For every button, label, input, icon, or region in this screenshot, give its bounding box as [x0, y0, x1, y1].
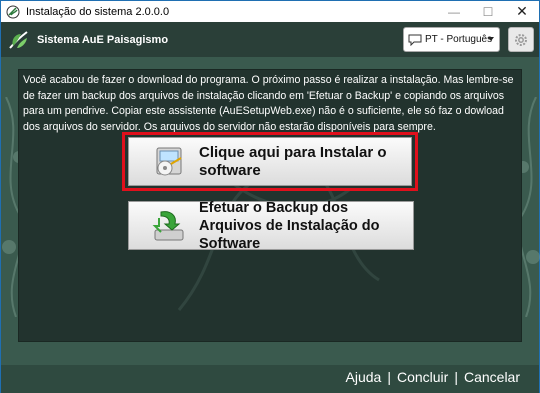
app-header: Sistema AuE Paisagismo PT - Português	[1, 22, 539, 57]
footer-separator: |	[454, 369, 458, 385]
chat-bubble-icon	[408, 34, 422, 46]
finish-link[interactable]: Concluir	[397, 369, 448, 385]
leaf-pen-icon	[9, 30, 28, 49]
install-button-label: Clique aqui para Instalar o software	[199, 143, 387, 179]
help-link[interactable]: Ajuda	[346, 369, 382, 385]
install-software-button[interactable]: Clique aqui para Instalar o software	[128, 137, 412, 186]
maximize-button[interactable]: ☐	[471, 1, 505, 22]
footer-links: Ajuda | Concluir | Cancelar	[346, 369, 520, 385]
title-bar: Instalação do sistema 2.0.0.0 — ☐ ✕	[1, 1, 539, 22]
language-selected: PT - Português	[425, 34, 493, 45]
gear-icon	[515, 33, 527, 46]
close-button[interactable]: ✕	[505, 1, 539, 22]
installer-icon	[156, 147, 182, 175]
footer-separator: |	[387, 369, 391, 385]
backup-files-button[interactable]: Efetuar o Backup dos Arquivos de Instala…	[128, 199, 414, 252]
minimize-button[interactable]: —	[437, 1, 471, 22]
settings-button[interactable]	[508, 27, 534, 52]
install-instructions-text: Você acabou de fazer o download do progr…	[23, 74, 514, 133]
cancel-link[interactable]: Cancelar	[464, 369, 520, 385]
chevron-down-icon	[488, 37, 494, 41]
window-title: Instalação do sistema 2.0.0.0	[26, 5, 170, 18]
language-select[interactable]: PT - Português	[403, 27, 500, 52]
backup-button-label: Efetuar o Backup dos Arquivos de Instala…	[199, 199, 380, 252]
backup-icon	[152, 210, 184, 240]
installer-window: Instalação do sistema 2.0.0.0 — ☐ ✕ Sist…	[0, 0, 540, 393]
app-logo-icon	[6, 5, 20, 18]
brand-name: Sistema AuE Paisagismo	[37, 33, 169, 46]
